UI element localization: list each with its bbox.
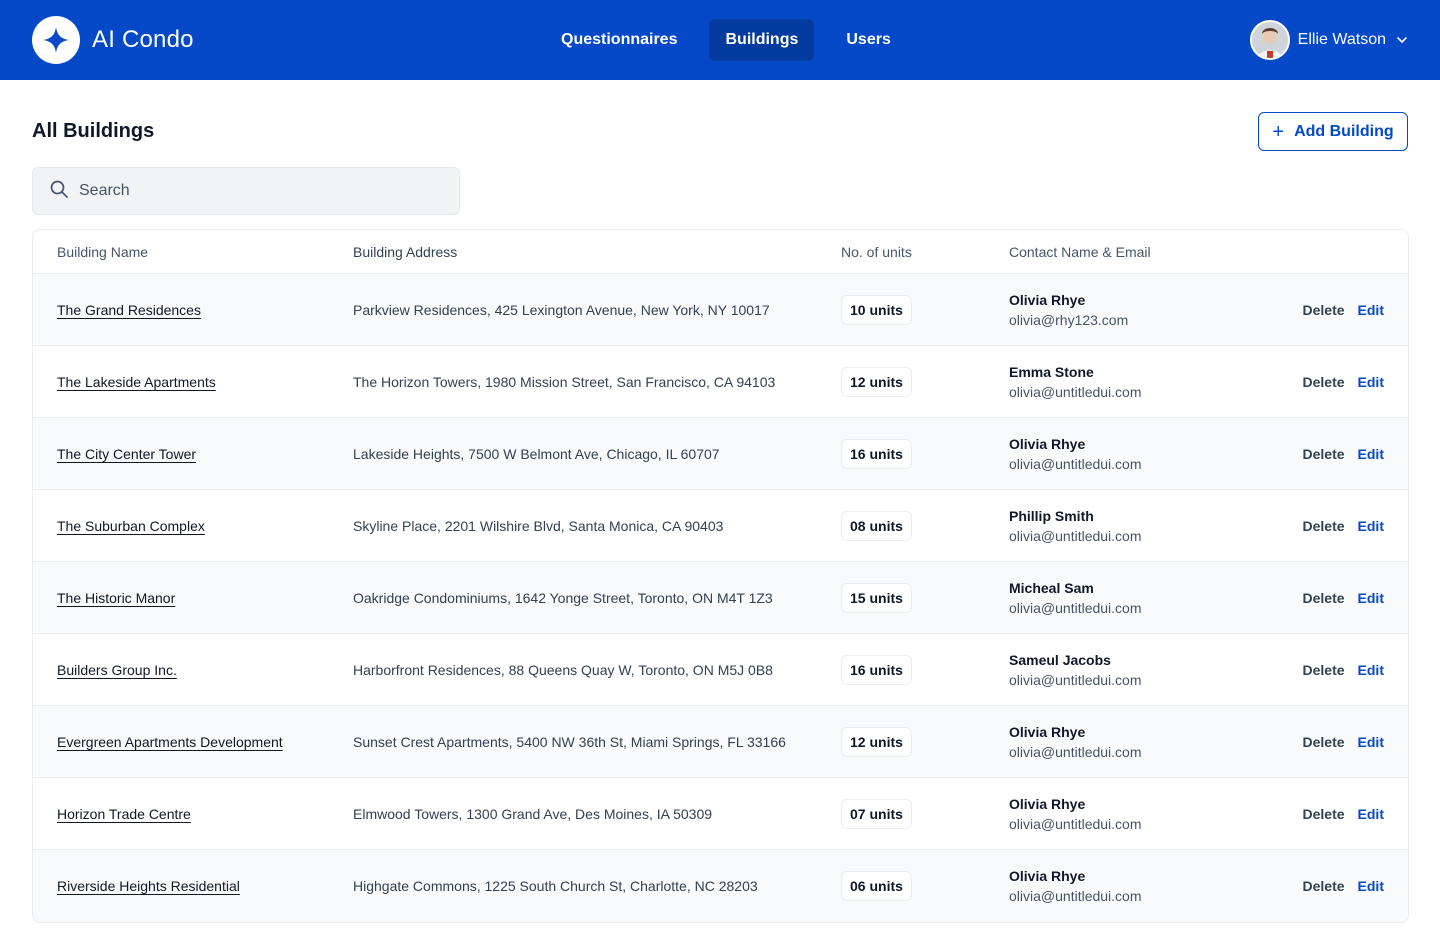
column-header-units: No. of units <box>841 243 912 260</box>
edit-button[interactable]: Edit <box>1358 446 1384 462</box>
building-name-link[interactable]: Evergreen Apartments Development <box>57 734 283 750</box>
building-address: Skyline Place, 2201 Wilshire Blvd, Santa… <box>353 517 724 534</box>
add-building-label: Add Building <box>1294 122 1394 140</box>
table-row: The City Center Tower Lakeside Heights, … <box>33 418 1408 490</box>
contact-email: olivia@untitledui.com <box>1009 888 1142 904</box>
table-row: Riverside Heights Residential Highgate C… <box>33 850 1408 922</box>
chevron-down-icon <box>1396 34 1408 46</box>
contact-name: Olivia Rhye <box>1009 723 1086 740</box>
building-address: Highgate Commons, 1225 South Church St, … <box>353 878 758 894</box>
add-building-button[interactable]: + Add Building <box>1258 112 1408 151</box>
contact-name: Olivia Rhye <box>1009 291 1086 308</box>
delete-button[interactable]: Delete <box>1303 446 1345 462</box>
user-avatar <box>1249 20 1290 60</box>
units-badge: 10 units <box>841 294 912 325</box>
building-address: Elmwood Towers, 1300 Grand Ave, Des Moin… <box>353 805 713 822</box>
table-row: The Suburban Complex Skyline Place, 2201… <box>33 490 1408 562</box>
sparkle-icon <box>32 16 80 64</box>
plus-icon: + <box>1272 120 1285 143</box>
building-name-link[interactable]: The Historic Manor <box>57 590 175 606</box>
table-row: The Grand Residences Parkview Residences… <box>33 274 1408 346</box>
top-navigation-bar: AI Condo Questionnaires Buildings Users … <box>0 0 1440 80</box>
column-header-contact: Contact Name & Email <box>1009 243 1151 260</box>
contact-email: olivia@untitledui.com <box>1009 815 1142 832</box>
units-badge: 08 units <box>841 510 912 541</box>
building-name-link[interactable]: The Grand Residences <box>57 302 201 318</box>
contact-name: Micheal Sam <box>1009 579 1094 596</box>
table-row: The Historic Manor Oakridge Condominiums… <box>33 562 1408 634</box>
column-header-building-name: Building Name <box>57 243 149 260</box>
building-name-link[interactable]: Builders Group Inc. <box>57 662 177 678</box>
contact-name: Olivia Rhye <box>1009 435 1086 452</box>
contact-email: olivia@untitledui.com <box>1009 527 1142 544</box>
units-badge: 15 units <box>841 582 912 613</box>
delete-button[interactable]: Delete <box>1303 734 1345 750</box>
delete-button[interactable]: Delete <box>1303 878 1345 894</box>
delete-button[interactable]: Delete <box>1303 374 1345 390</box>
units-badge: 16 units <box>841 654 912 685</box>
building-address: Harborfront Residences, 88 Queens Quay W… <box>353 661 773 678</box>
building-name-link[interactable]: Horizon Trade Centre <box>57 806 191 822</box>
table-body: The Grand Residences Parkview Residences… <box>33 274 1408 922</box>
brand[interactable]: AI Condo <box>32 16 194 64</box>
delete-button[interactable]: Delete <box>1303 518 1345 534</box>
building-address: Lakeside Heights, 7500 W Belmont Ave, Ch… <box>353 445 720 462</box>
contact-email: olivia@untitledui.com <box>1009 455 1142 472</box>
contact-email: olivia@untitledui.com <box>1009 671 1142 688</box>
delete-button[interactable]: Delete <box>1303 662 1345 678</box>
edit-button[interactable]: Edit <box>1358 662 1384 678</box>
app-name: AI Condo <box>92 26 194 53</box>
edit-button[interactable]: Edit <box>1358 878 1384 894</box>
edit-button[interactable]: Edit <box>1358 590 1384 606</box>
contact-name: Olivia Rhye <box>1009 795 1086 812</box>
main-nav: Questionnaires Buildings Users <box>545 19 907 61</box>
page-title: All Buildings <box>32 120 155 142</box>
contact-name: Sameul Jacobs <box>1009 651 1111 668</box>
edit-button[interactable]: Edit <box>1358 374 1384 390</box>
edit-button[interactable]: Edit <box>1358 734 1384 750</box>
delete-button[interactable]: Delete <box>1303 302 1345 318</box>
table-row: The Lakeside Apartments The Horizon Towe… <box>33 346 1408 418</box>
units-badge: 07 units <box>841 798 912 829</box>
units-badge: 06 units <box>841 871 912 901</box>
units-badge: 12 units <box>841 726 912 757</box>
buildings-table: Building Name Building Address No. of un… <box>32 229 1409 923</box>
edit-button[interactable]: Edit <box>1358 806 1384 822</box>
contact-name: Emma Stone <box>1009 363 1094 380</box>
contact-name: Phillip Smith <box>1009 507 1094 524</box>
table-row: Evergreen Apartments Development Sunset … <box>33 706 1408 778</box>
nav-item-questionnaires[interactable]: Questionnaires <box>545 19 693 61</box>
delete-button[interactable]: Delete <box>1303 806 1345 822</box>
nav-item-buildings[interactable]: Buildings <box>709 19 815 61</box>
table-header: Building Name Building Address No. of un… <box>33 230 1408 274</box>
building-name-link[interactable]: The Suburban Complex <box>57 518 205 534</box>
contact-email: olivia@untitledui.com <box>1009 743 1142 760</box>
column-header-building-address: Building Address <box>353 243 458 260</box>
building-address: Sunset Crest Apartments, 5400 NW 36th St… <box>353 733 786 750</box>
contact-email: olivia@untitledui.com <box>1009 599 1142 616</box>
contact-name: Olivia Rhye <box>1009 868 1086 884</box>
contact-email: olivia@rhy123.com <box>1009 311 1129 328</box>
contact-email: olivia@untitledui.com <box>1009 383 1142 400</box>
edit-button[interactable]: Edit <box>1358 518 1384 534</box>
building-address: The Horizon Towers, 1980 Mission Street,… <box>353 373 776 390</box>
search-box <box>32 167 460 215</box>
nav-item-users[interactable]: Users <box>830 19 906 61</box>
building-address: Parkview Residences, 425 Lexington Avenu… <box>353 301 770 318</box>
edit-button[interactable]: Edit <box>1358 302 1384 318</box>
delete-button[interactable]: Delete <box>1303 590 1345 606</box>
building-address: Oakridge Condominiums, 1642 Yonge Street… <box>353 589 773 606</box>
building-name-link[interactable]: The Lakeside Apartments <box>57 374 216 390</box>
user-name: Ellie Watson <box>1297 31 1386 48</box>
search-icon <box>49 179 69 204</box>
table-row: Horizon Trade Centre Elmwood Towers, 130… <box>33 778 1408 850</box>
units-badge: 16 units <box>841 438 912 469</box>
search-input[interactable] <box>79 182 439 200</box>
building-name-link[interactable]: The City Center Tower <box>57 446 196 462</box>
units-badge: 12 units <box>841 366 912 397</box>
table-row: Builders Group Inc. Harborfront Residenc… <box>33 634 1408 706</box>
building-name-link[interactable]: Riverside Heights Residential <box>57 878 240 894</box>
user-menu[interactable]: Ellie Watson <box>1249 20 1408 60</box>
